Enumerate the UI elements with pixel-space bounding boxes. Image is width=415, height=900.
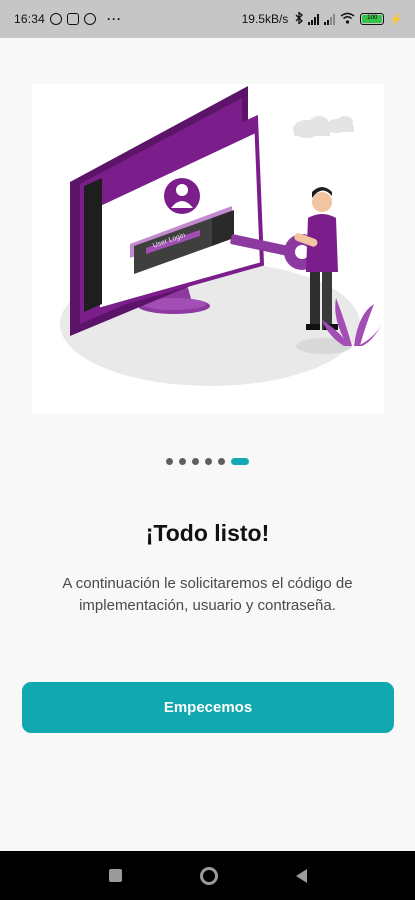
status-bar: 16:34 ··· 19.5kB/s 100 ⚡ (0, 0, 415, 38)
chrome-icon (84, 13, 97, 25)
back-icon[interactable] (295, 868, 307, 883)
system-nav-bar (0, 851, 415, 900)
charging-icon: ⚡ (389, 13, 403, 26)
recents-icon[interactable] (108, 869, 122, 882)
network-speed: 19.5kB/s (241, 12, 289, 26)
flipboard-icon (67, 13, 80, 25)
battery-icon: 100 (360, 13, 385, 25)
page-dot-active (231, 458, 249, 465)
page-title: ¡Todo listo! (145, 520, 270, 546)
wifi-icon (340, 12, 355, 27)
page-dot (166, 458, 173, 465)
bluetooth-icon (295, 10, 304, 27)
status-left: 16:34 ··· (14, 12, 122, 26)
page-dot (179, 458, 186, 465)
page-description: A continuación le solicitaremos el códig… (62, 575, 353, 614)
page-dot (192, 458, 199, 465)
page-dot (218, 458, 225, 465)
battery-level: 100 (362, 15, 383, 23)
login-illustration: User Login (32, 84, 384, 414)
more-notifications-icon: ··· (107, 12, 123, 26)
signal-icon (324, 13, 336, 25)
status-time: 16:34 (14, 12, 46, 26)
whatsapp-icon (50, 13, 63, 25)
page-dot (205, 458, 212, 465)
start-button[interactable]: Empecemos (22, 682, 394, 733)
signal-icon (308, 13, 320, 25)
page-indicator (0, 458, 415, 465)
home-icon[interactable] (199, 866, 218, 885)
status-right: 19.5kB/s 100 ⚡ (241, 10, 403, 27)
